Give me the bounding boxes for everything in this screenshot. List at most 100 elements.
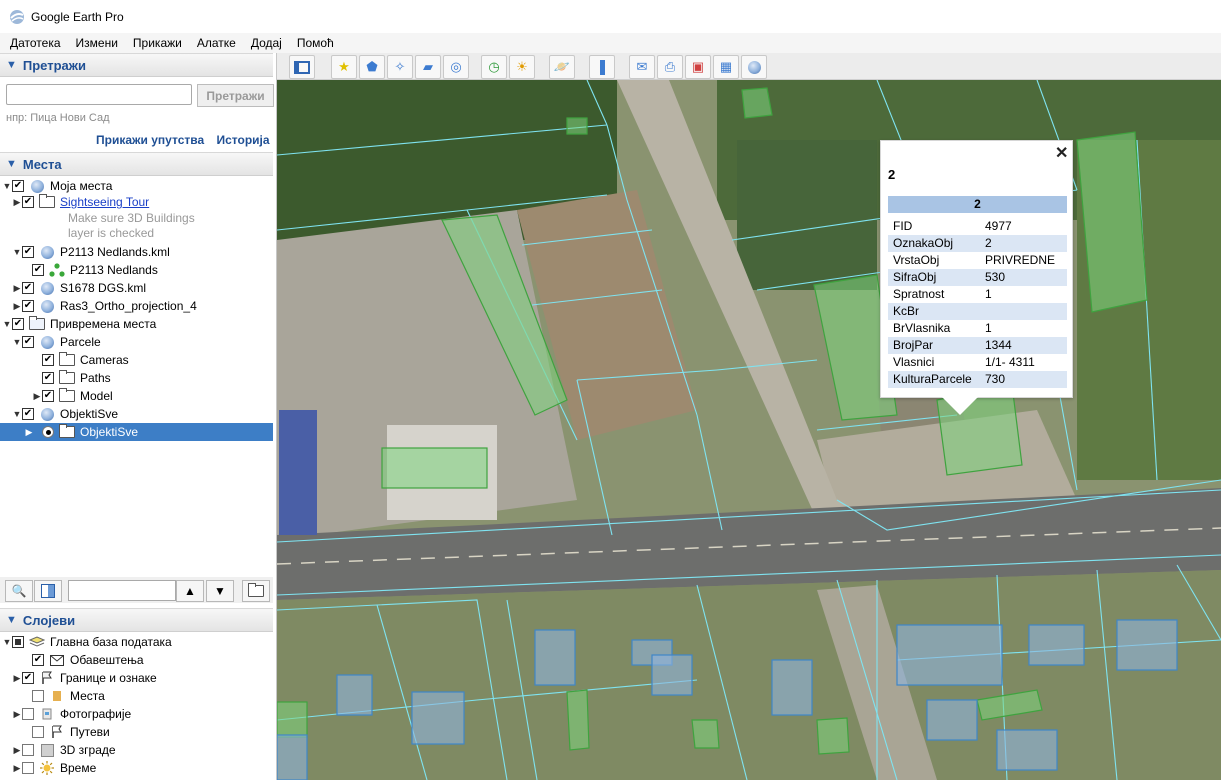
checkbox-checked[interactable]: ✔ — [22, 282, 34, 294]
expand-icon[interactable]: ▶ — [12, 673, 22, 684]
tree-item-objektisve-kml[interactable]: ▼ ✔ ObjektiSve — [12, 405, 119, 423]
history-link[interactable]: Историја — [216, 133, 269, 147]
add-path-button[interactable]: ✧ — [387, 55, 413, 79]
print-button[interactable]: ⎙ — [657, 55, 683, 79]
tree-item-paths[interactable]: ✔ Paths — [42, 369, 111, 387]
checkbox-checked[interactable]: ✔ — [42, 354, 54, 366]
menu-tools[interactable]: Алатке — [192, 36, 241, 50]
menu-help[interactable]: Помоћ — [292, 36, 339, 50]
checkbox-unchecked[interactable] — [22, 762, 34, 774]
checkbox-checked[interactable]: ✔ — [42, 390, 54, 402]
tree-item-s1678-kml[interactable]: ▶ ✔ S1678 DGS.kml — [12, 279, 147, 297]
checkbox-checked[interactable]: ✔ — [22, 246, 34, 258]
checkbox-checked[interactable]: ✔ — [22, 408, 34, 420]
hide-sidebar-button[interactable] — [289, 55, 315, 79]
checkbox-checked[interactable]: ✔ — [22, 196, 34, 208]
record-tour-button[interactable]: ◎ — [443, 55, 469, 79]
sunlight-button[interactable]: ☀ — [509, 55, 535, 79]
expand-icon[interactable]: ▶ — [12, 197, 22, 208]
move-down-button[interactable]: ▼ — [206, 580, 234, 602]
tree-item-parcele[interactable]: ▼ ✔ Parcele — [12, 333, 101, 351]
move-up-button[interactable]: ▲ — [176, 580, 204, 602]
layer-3d-buildings[interactable]: ▶ 3D зграде — [12, 741, 116, 759]
add-image-overlay-button[interactable]: ▰ — [415, 55, 441, 79]
tree-item-label: Cameras — [80, 353, 129, 367]
menu-add[interactable]: Додај — [246, 36, 287, 50]
checkbox-partial[interactable] — [12, 636, 24, 648]
expand-icon[interactable]: ▶ — [12, 709, 22, 720]
switch-planet-button[interactable]: 🪐 — [549, 55, 575, 79]
earth-button[interactable] — [741, 55, 767, 79]
historical-imagery-button[interactable]: ◷ — [481, 55, 507, 79]
places-filter-input[interactable] — [68, 580, 176, 601]
checkbox-checked[interactable]: ✔ — [32, 654, 44, 666]
tree-item-p2113[interactable]: ✔ P2113 Nedlands — [32, 261, 158, 279]
expand-icon[interactable]: ▶ — [12, 283, 22, 294]
layer-weather[interactable]: ▶ Време — [12, 759, 96, 777]
layer-label: Главна база података — [50, 635, 172, 649]
search-button[interactable]: Претражи — [197, 84, 274, 107]
collapse-icon[interactable]: ▼ — [12, 409, 22, 419]
expand-icon[interactable]: ▶ — [12, 763, 22, 774]
collapse-icon[interactable]: ▼ — [12, 337, 22, 347]
tree-item-objektisve-selected[interactable]: ▶ ObjektiSve — [0, 423, 273, 441]
menu-edit[interactable]: Измени — [71, 36, 123, 50]
checkbox-checked[interactable]: ✔ — [32, 264, 44, 276]
radio-partial[interactable] — [42, 426, 54, 438]
email-button[interactable]: ✉ — [629, 55, 655, 79]
search-section-header[interactable]: ▼ Претражи — [0, 53, 273, 77]
tree-item-model[interactable]: ▶ ✔ Model — [32, 387, 113, 405]
checkbox-unchecked[interactable] — [22, 744, 34, 756]
checkbox-checked[interactable]: ✔ — [22, 300, 34, 312]
add-placemark-button[interactable]: ★ — [331, 55, 357, 79]
layer-roads[interactable]: Путеви — [32, 723, 110, 741]
tree-item-p2113-kml[interactable]: ▼ ✔ P2113 Nedlands.kml — [12, 243, 170, 261]
toggle-panel-button[interactable] — [34, 580, 62, 602]
folder-menu-button[interactable] — [242, 580, 270, 602]
expand-icon[interactable]: ▶ — [12, 745, 22, 756]
layer-places[interactable]: Места — [32, 687, 105, 705]
close-icon[interactable]: ✕ — [1055, 143, 1068, 163]
layer-borders-labels[interactable]: ▶ ✔ Границе и ознаке — [12, 669, 157, 687]
folder-icon — [59, 352, 75, 367]
tree-item-label[interactable]: Sightseeing Tour — [60, 195, 149, 209]
tree-item-cameras[interactable]: ✔ Cameras — [42, 351, 129, 369]
search-places-button[interactable]: 🔍 — [5, 580, 33, 602]
tree-item-temporary-places[interactable]: ▼ ✔ Привремена места — [2, 315, 156, 333]
search-input[interactable] — [6, 84, 192, 105]
tree-item-ras3-ortho[interactable]: ▶ ✔ Ras3_Ortho_projection_4 — [12, 297, 197, 315]
collapse-icon[interactable]: ▼ — [2, 181, 12, 191]
layer-primary-database[interactable]: ▼ Главна база података — [2, 633, 172, 651]
checkbox-checked[interactable]: ✔ — [12, 180, 24, 192]
checkbox-unchecked[interactable] — [22, 708, 34, 720]
checkbox-checked[interactable]: ✔ — [22, 672, 34, 684]
expand-icon[interactable]: ▶ — [24, 427, 34, 438]
view-in-maps-button[interactable]: ▦ — [713, 55, 739, 79]
collapse-icon[interactable]: ▼ — [12, 247, 22, 257]
collapse-icon[interactable]: ▼ — [2, 637, 12, 647]
checkbox-unchecked[interactable] — [32, 690, 44, 702]
collapse-icon[interactable]: ▼ — [2, 319, 12, 329]
expand-icon[interactable]: ▶ — [12, 301, 22, 312]
layer-photos[interactable]: ▶ Фотографије — [12, 705, 132, 723]
printer-icon: ⎙ — [664, 59, 676, 74]
placemark-star-icon: ★ — [338, 59, 350, 74]
places-section-header[interactable]: ▼ Места — [0, 152, 273, 176]
map-view[interactable] — [277, 80, 1221, 780]
save-image-button[interactable]: ▣ — [685, 55, 711, 79]
add-polygon-button[interactable]: ⬟ — [359, 55, 385, 79]
layers-section-header[interactable]: ▼ Слојеви — [0, 608, 273, 632]
ruler-button[interactable] — [589, 55, 615, 79]
menu-file[interactable]: Датотека — [5, 36, 66, 50]
show-directions-link[interactable]: Прикажи упутства — [96, 133, 204, 147]
checkbox-checked[interactable]: ✔ — [22, 336, 34, 348]
checkbox-checked[interactable]: ✔ — [12, 318, 24, 330]
google-earth-icon — [10, 9, 24, 24]
layer-notifications[interactable]: ✔ Обавештења — [32, 651, 144, 669]
menu-view[interactable]: Прикажи — [128, 36, 187, 50]
checkbox-unchecked[interactable] — [32, 726, 44, 738]
table-row: VrstaObj PRIVREDNE — [893, 253, 1056, 267]
checkbox-checked[interactable]: ✔ — [42, 372, 54, 384]
expand-icon[interactable]: ▶ — [32, 391, 42, 402]
search-header-label: Претражи — [22, 57, 86, 73]
